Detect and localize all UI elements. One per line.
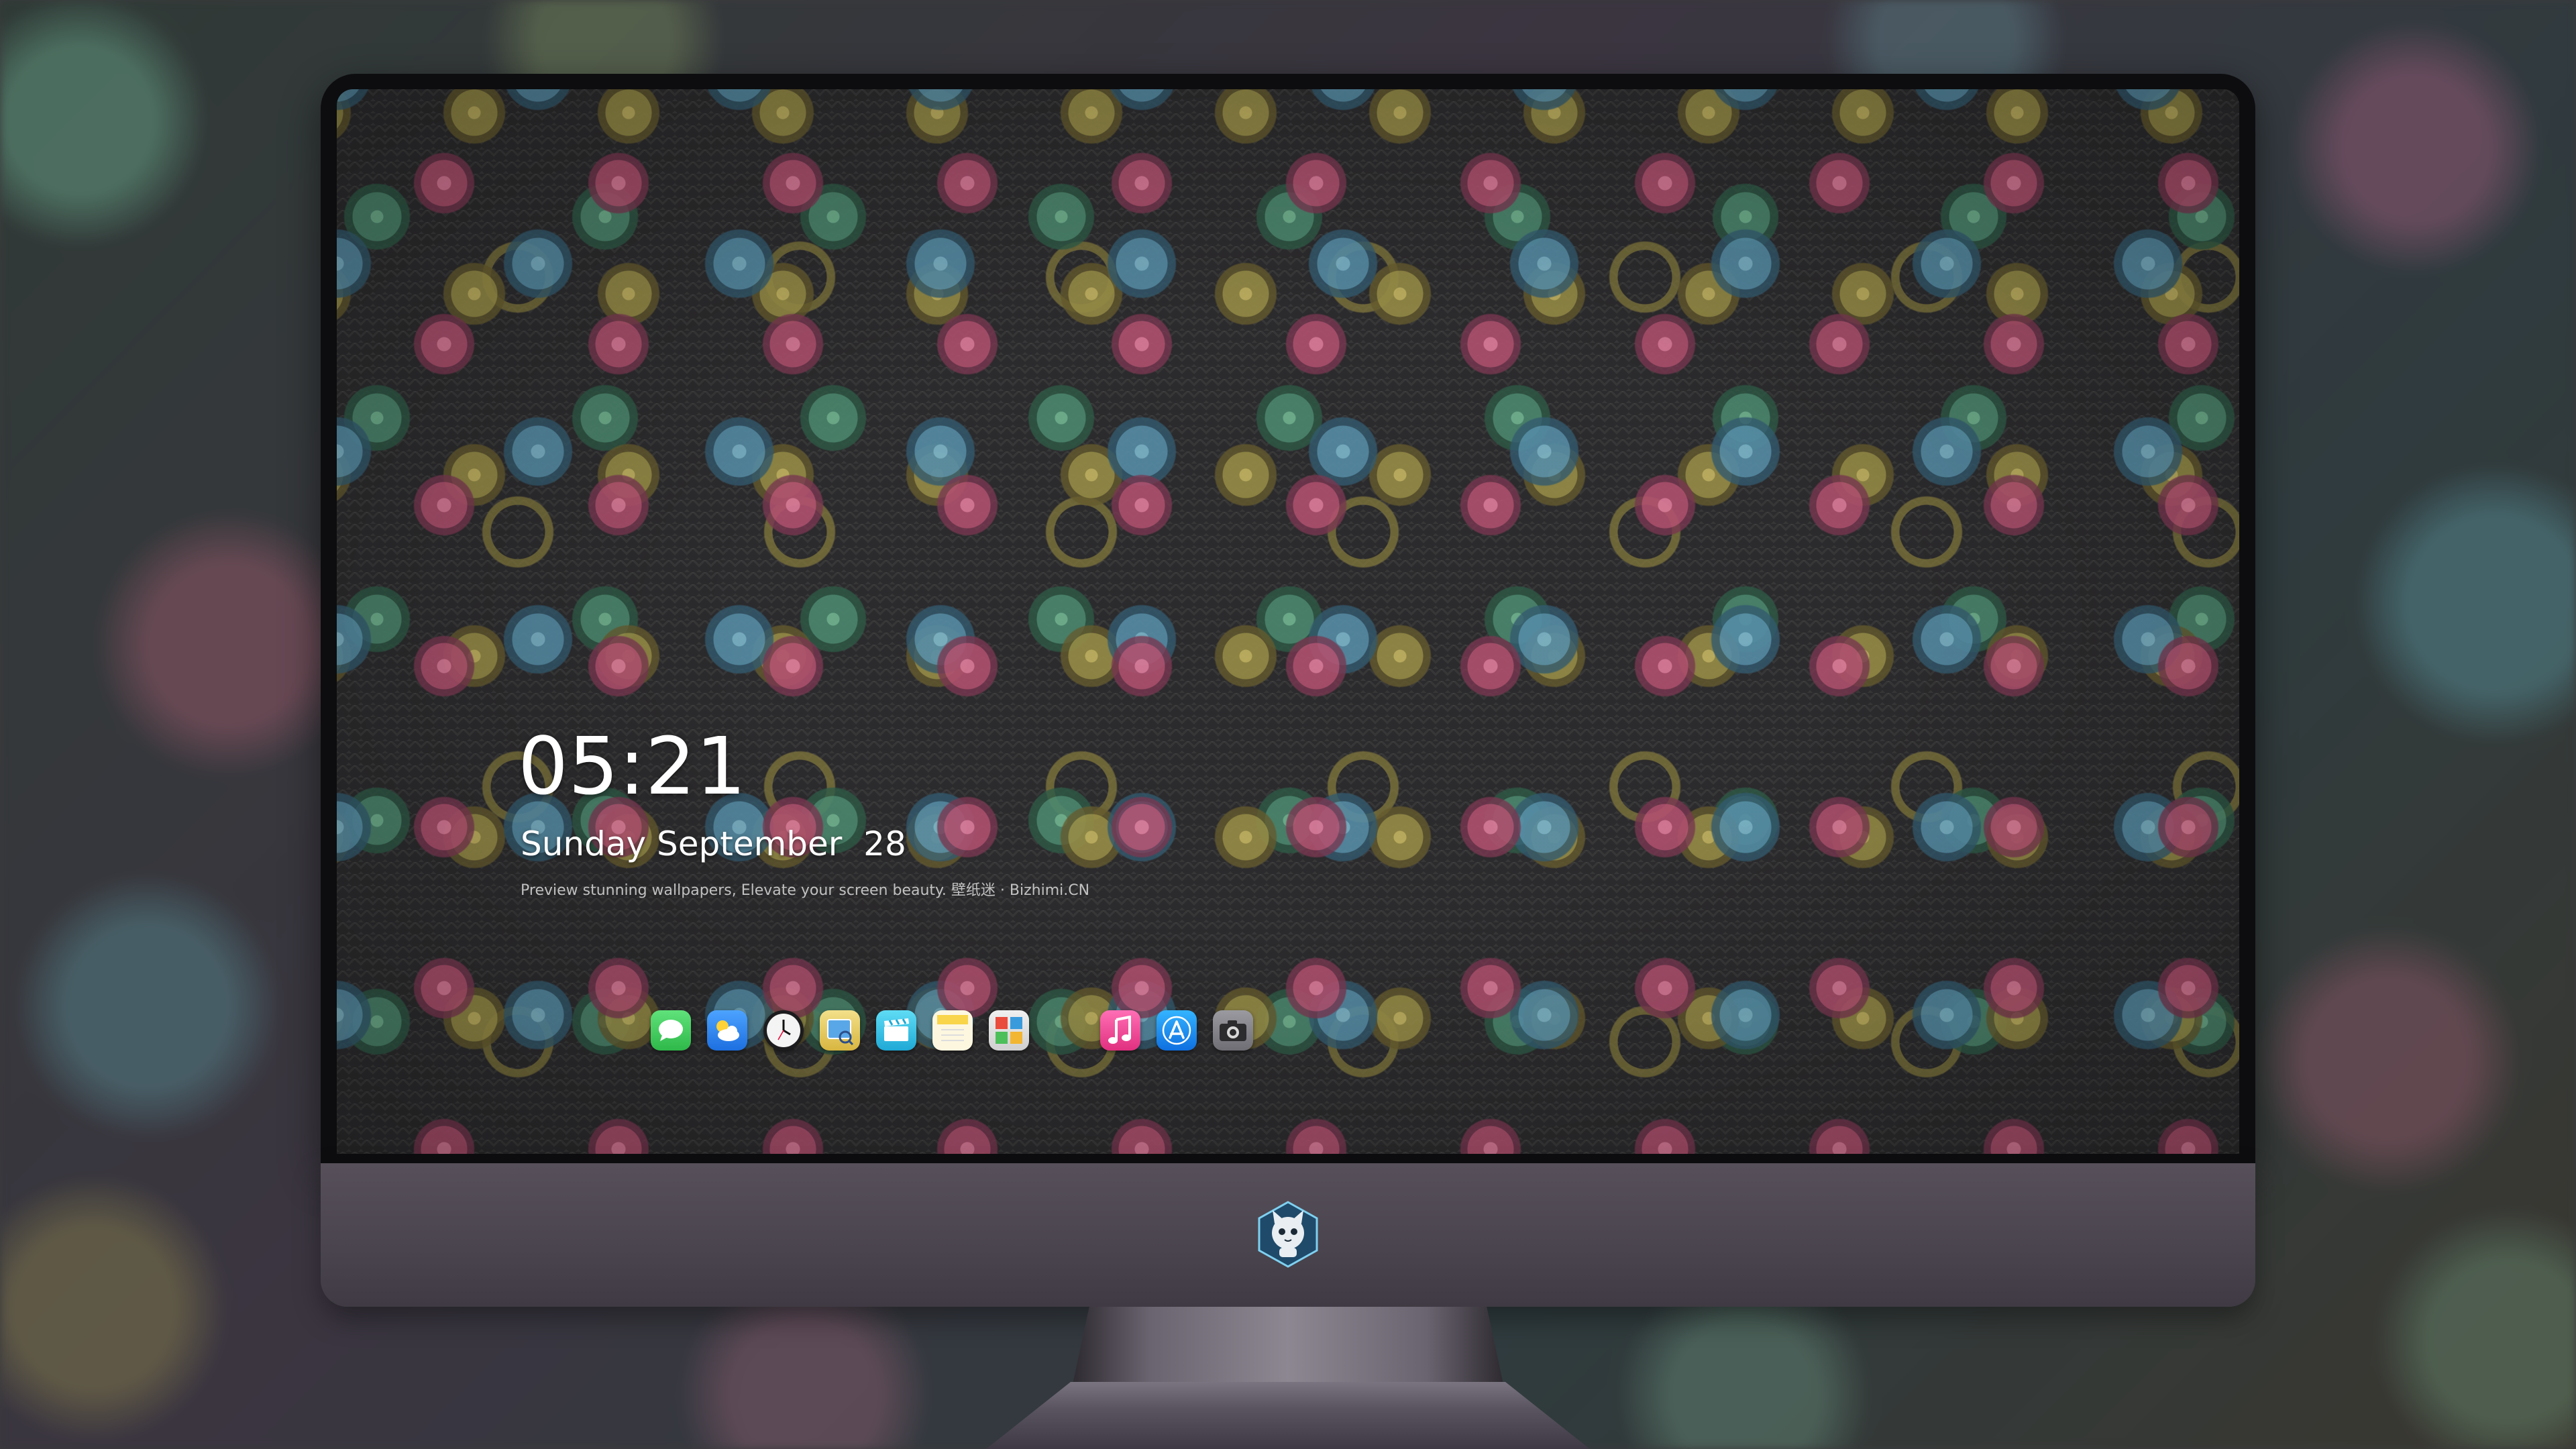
monitor-stand-neck bbox=[1072, 1307, 1504, 1387]
clock-icon bbox=[767, 1014, 800, 1047]
photo-booth-app[interactable] bbox=[989, 1010, 1029, 1051]
camera-icon bbox=[1220, 1020, 1246, 1041]
desktop-screen: 05:21 Sunday September 28 Preview stunni… bbox=[337, 89, 2239, 1154]
weather-icon bbox=[716, 1020, 739, 1041]
camera-app[interactable] bbox=[1213, 1010, 1253, 1051]
clapper-icon bbox=[884, 1018, 909, 1041]
messages-app[interactable] bbox=[651, 1010, 691, 1051]
music-app[interactable] bbox=[1100, 1010, 1140, 1051]
preview-icon bbox=[827, 1019, 854, 1045]
weather-app[interactable] bbox=[707, 1010, 747, 1051]
clock-app[interactable] bbox=[763, 1010, 804, 1051]
wallpaper-caption: Preview stunning wallpapers, Elevate you… bbox=[521, 882, 1090, 899]
app-store-app[interactable] bbox=[1157, 1010, 1197, 1051]
dock bbox=[651, 1006, 1269, 1055]
clips-app[interactable] bbox=[876, 1010, 916, 1051]
lock-screen-date: Sunday September 28 bbox=[521, 824, 906, 863]
music-note-icon bbox=[1108, 1016, 1131, 1044]
cat-mascot-logo bbox=[1258, 1201, 1318, 1268]
photo-grid-icon bbox=[996, 1017, 1022, 1044]
monitor-stand-base bbox=[986, 1382, 1590, 1449]
notes-app[interactable] bbox=[932, 1010, 973, 1051]
lock-screen-time: 05:21 bbox=[518, 720, 747, 812]
notes-icon bbox=[937, 1015, 968, 1041]
messages-icon bbox=[659, 1020, 683, 1041]
preview-app[interactable] bbox=[820, 1010, 860, 1051]
app-store-icon bbox=[1162, 1016, 1191, 1045]
wallpaper-vignette bbox=[337, 89, 2239, 1154]
